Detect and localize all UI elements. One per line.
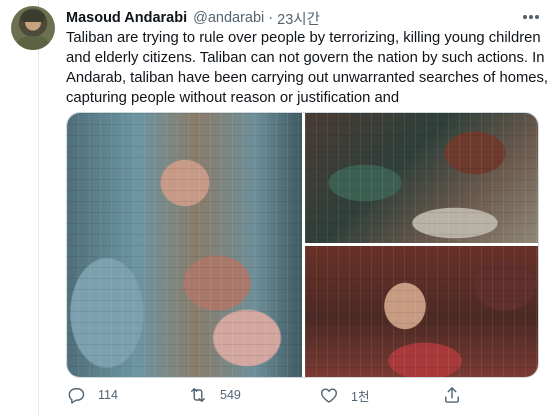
like-count: 1천 [351, 389, 370, 404]
more-dot [523, 15, 527, 19]
avatar-cap [21, 10, 45, 22]
media-image-1[interactable] [67, 113, 302, 377]
tweet-text-line: Taliban are trying to rule over people b… [66, 30, 541, 46]
pixelation-overlay [305, 246, 538, 377]
like-icon [320, 388, 338, 403]
tweet-text: Taliban are trying to rule over people b… [66, 28, 549, 108]
media-grid [66, 112, 539, 378]
separator-dot: · [268, 10, 274, 26]
share-button[interactable] [442, 382, 462, 408]
more-dot [529, 15, 533, 19]
retweet-button[interactable]: 549 [188, 382, 241, 408]
tweet-text-line: capturing people without reason or justi… [66, 90, 400, 106]
author-name[interactable]: Masoud Andarabi [66, 10, 187, 26]
more-icon[interactable] [519, 7, 543, 27]
tweet-text-line: and elderly citizens. Taliban can not go… [66, 50, 545, 66]
avatar-body [15, 36, 51, 50]
tweet-text-line: Andarab, taliban have been carrying out … [66, 70, 549, 86]
tweet-timestamp[interactable]: 23시간 [277, 8, 320, 29]
media-image-3[interactable] [305, 246, 538, 377]
pixelation-overlay [305, 113, 538, 243]
more-dot [535, 15, 539, 19]
media-image-2[interactable] [305, 113, 538, 243]
retweet-icon [191, 388, 205, 402]
avatar[interactable] [11, 6, 55, 50]
thread-connector-line [38, 0, 39, 416]
tweet-header: Masoud Andarabi @andarabi · 23시간 [66, 8, 320, 28]
share-icon [445, 387, 459, 403]
author-handle[interactable]: @andarabi [193, 10, 264, 26]
pixelation-overlay [67, 113, 302, 377]
tweet-actions: 114 549 1천 [66, 382, 486, 408]
reply-count: 114 [98, 388, 118, 402]
reply-button[interactable]: 114 [66, 382, 118, 408]
like-button[interactable]: 1천 [319, 382, 369, 408]
retweet-count: 549 [220, 388, 241, 402]
reply-icon [68, 388, 85, 404]
